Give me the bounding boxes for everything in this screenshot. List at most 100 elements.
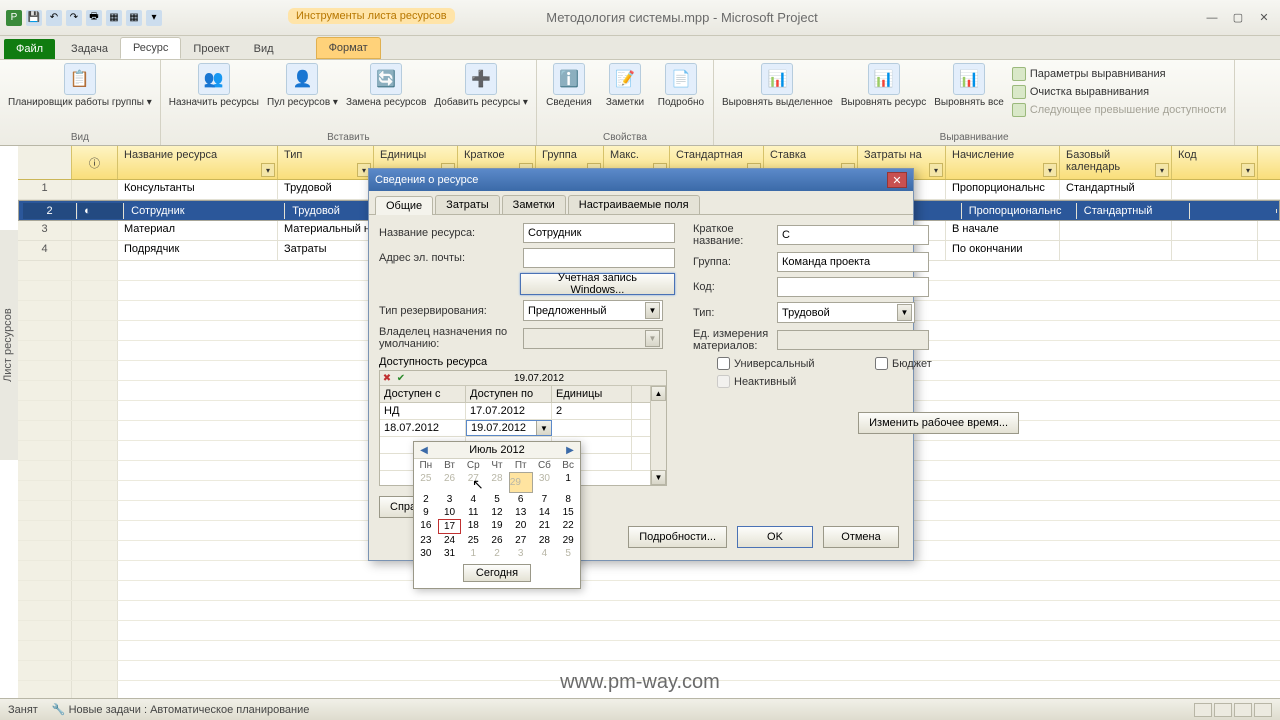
calendar-day[interactable]: 11 bbox=[461, 506, 485, 519]
qat-dropdown-icon[interactable]: ▾ bbox=[146, 10, 162, 26]
calendar-day[interactable]: 26 bbox=[485, 534, 509, 547]
calendar-day[interactable]: 9 bbox=[414, 506, 438, 519]
calendar-day[interactable]: 16 bbox=[414, 519, 438, 534]
col-accrual[interactable]: Начисление▾ bbox=[946, 146, 1060, 179]
tab-project[interactable]: Проект bbox=[181, 39, 241, 59]
clear-leveling-link[interactable]: Очистка выравнивания bbox=[1012, 85, 1226, 99]
notes-button[interactable]: 📝Заметки bbox=[601, 63, 649, 108]
calendar-day[interactable]: 13 bbox=[509, 506, 533, 519]
calendar-day[interactable]: 7 bbox=[533, 493, 557, 506]
view-switcher[interactable] bbox=[1194, 703, 1272, 717]
dialog-close-button[interactable]: ✕ bbox=[887, 172, 907, 188]
booking-type-select[interactable]: Предложенный▼ bbox=[523, 300, 663, 321]
tab-task[interactable]: Задача bbox=[59, 39, 120, 59]
empty-row[interactable] bbox=[18, 561, 1280, 581]
qat-icon[interactable]: ▦ bbox=[126, 10, 142, 26]
calendar-day[interactable]: 24 bbox=[438, 534, 462, 547]
add-resources-button[interactable]: ➕Добавить ресурсы ▾ bbox=[434, 63, 528, 108]
prev-month-button[interactable]: ◀ bbox=[418, 445, 430, 456]
empty-row[interactable] bbox=[18, 601, 1280, 621]
tab-view[interactable]: Вид bbox=[242, 39, 286, 59]
level-all-button[interactable]: 📊Выровнять все bbox=[934, 63, 1004, 108]
calendar-day[interactable]: 12 bbox=[485, 506, 509, 519]
dialog-tab-costs[interactable]: Затраты bbox=[435, 195, 500, 214]
information-button[interactable]: ℹ️Сведения bbox=[545, 63, 593, 108]
next-overallocation-link[interactable]: Следующее превышение доступности bbox=[1012, 103, 1226, 117]
tab-file[interactable]: Файл bbox=[4, 39, 55, 59]
replace-resources-button[interactable]: 🔄Замена ресурсов bbox=[346, 63, 426, 108]
dialog-titlebar[interactable]: Сведения о ресурсе ✕ bbox=[369, 169, 913, 191]
initials-input[interactable] bbox=[777, 225, 929, 245]
calendar-day[interactable]: 6 bbox=[509, 493, 533, 506]
calendar-day[interactable]: 18 bbox=[461, 519, 485, 534]
dialog-tab-general[interactable]: Общие bbox=[375, 196, 433, 215]
calendar-day[interactable]: 26 bbox=[438, 472, 462, 493]
next-month-button[interactable]: ▶ bbox=[564, 445, 576, 456]
calendar-day[interactable]: 10 bbox=[438, 506, 462, 519]
calendar-day[interactable]: 14 bbox=[533, 506, 557, 519]
empty-row[interactable] bbox=[18, 621, 1280, 641]
calendar-day[interactable]: 30 bbox=[414, 547, 438, 560]
calendar-day[interactable]: 25 bbox=[461, 534, 485, 547]
assign-resources-button[interactable]: 👥Назначить ресурсы bbox=[169, 63, 259, 108]
calendar-day[interactable]: 29 bbox=[556, 534, 580, 547]
calendar-day[interactable]: 28 bbox=[533, 534, 557, 547]
calendar-day[interactable]: 17 bbox=[438, 519, 462, 534]
resource-pool-button[interactable]: 👤Пул ресурсов ▾ bbox=[267, 63, 338, 108]
calendar-day[interactable]: 2 bbox=[414, 493, 438, 506]
calendar-day[interactable]: 29 bbox=[509, 472, 533, 493]
print-icon[interactable]: 🖶 bbox=[86, 10, 102, 26]
cancel-button[interactable]: Отмена bbox=[823, 526, 899, 548]
availability-scrollbar[interactable]: ▲▼ bbox=[650, 386, 666, 485]
team-planner-button[interactable]: 📋Планировщик работы группы ▾ bbox=[8, 63, 152, 108]
confirm-edit-icon[interactable]: ✔ bbox=[394, 373, 408, 384]
ok-button[interactable]: OK bbox=[737, 526, 813, 548]
calendar-day[interactable]: 21 bbox=[533, 519, 557, 534]
qat-icon[interactable]: ▦ bbox=[106, 10, 122, 26]
level-resource-button[interactable]: 📊Выровнять ресурс bbox=[841, 63, 926, 108]
cancel-edit-icon[interactable]: ✖ bbox=[380, 373, 394, 384]
type-select[interactable]: Трудовой▼ bbox=[777, 302, 915, 323]
undo-icon[interactable]: ↶ bbox=[46, 10, 62, 26]
empty-row[interactable] bbox=[18, 581, 1280, 601]
calendar-day[interactable]: 22 bbox=[556, 519, 580, 534]
calendar-day[interactable]: 31 bbox=[438, 547, 462, 560]
group-input[interactable] bbox=[777, 252, 929, 272]
resource-name-input[interactable] bbox=[523, 223, 675, 243]
code-input[interactable] bbox=[777, 277, 929, 297]
available-to-input[interactable]: 19.07.2012▼ bbox=[466, 420, 552, 436]
today-button[interactable]: Сегодня bbox=[463, 564, 531, 582]
dialog-tab-custom[interactable]: Настраиваемые поля bbox=[568, 195, 700, 214]
calendar-day[interactable]: 19 bbox=[485, 519, 509, 534]
tab-format[interactable]: Формат bbox=[316, 37, 381, 59]
calendar-day[interactable]: 2 bbox=[485, 547, 509, 560]
calendar-day[interactable]: 30 bbox=[533, 472, 557, 493]
calendar-day[interactable]: 27 bbox=[461, 472, 485, 493]
calendar-day[interactable]: 8 bbox=[556, 493, 580, 506]
minimize-icon[interactable]: — bbox=[1202, 10, 1222, 26]
calendar-day[interactable]: 4 bbox=[461, 493, 485, 506]
details-button[interactable]: Подробности... bbox=[628, 526, 727, 548]
empty-row[interactable] bbox=[18, 641, 1280, 661]
tab-resource[interactable]: Ресурс bbox=[120, 37, 181, 59]
calendar-day[interactable]: 5 bbox=[556, 547, 580, 560]
indicator-column[interactable]: ⓘ bbox=[72, 146, 118, 179]
calendar-day[interactable]: 27 bbox=[509, 534, 533, 547]
dialog-tab-notes[interactable]: Заметки bbox=[502, 195, 566, 214]
save-icon[interactable]: 💾 bbox=[26, 10, 42, 26]
calendar-day[interactable]: 5 bbox=[485, 493, 509, 506]
level-selection-button[interactable]: 📊Выровнять выделенное bbox=[722, 63, 833, 108]
calendar-day[interactable]: 15 bbox=[556, 506, 580, 519]
calendar-day[interactable]: 1 bbox=[461, 547, 485, 560]
universal-checkbox[interactable]: Универсальный bbox=[717, 357, 861, 370]
email-input[interactable] bbox=[523, 248, 675, 268]
calendar-day[interactable]: 20 bbox=[509, 519, 533, 534]
calendar-day[interactable]: 23 bbox=[414, 534, 438, 547]
calendar-day[interactable]: 28 bbox=[485, 472, 509, 493]
calendar-day[interactable]: 1 bbox=[556, 472, 580, 493]
details-button[interactable]: 📄Подробно bbox=[657, 63, 705, 108]
calendar-day[interactable]: 3 bbox=[509, 547, 533, 560]
col-calendar[interactable]: Базовый календарь▾ bbox=[1060, 146, 1172, 179]
maximize-icon[interactable]: ▢ bbox=[1228, 10, 1248, 26]
calendar-day[interactable]: 3 bbox=[438, 493, 462, 506]
